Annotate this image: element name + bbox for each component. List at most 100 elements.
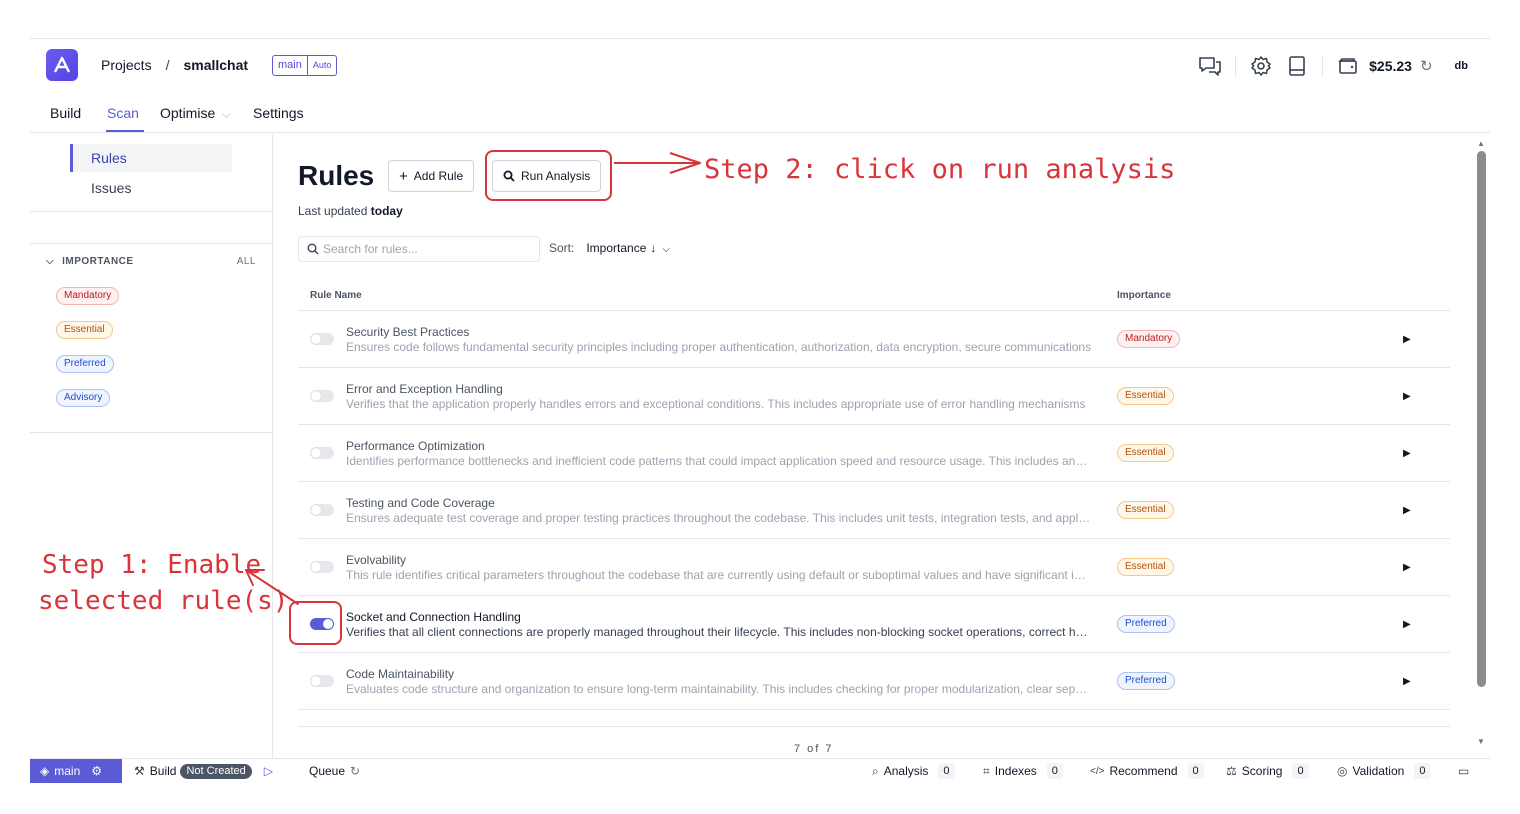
sidebar-divider xyxy=(30,243,273,244)
avatar[interactable]: db xyxy=(1455,60,1468,72)
rule-toggle[interactable] xyxy=(310,333,334,345)
wallet-icon[interactable] xyxy=(1333,51,1363,81)
rule-toggle[interactable] xyxy=(310,561,334,573)
rule-description: Verifies that the application properly h… xyxy=(346,397,1086,411)
play-icon[interactable]: ▶ xyxy=(1403,619,1411,630)
status-recommend[interactable]: </> Recommend 0 xyxy=(1090,759,1204,783)
status-analysis-count: 0 xyxy=(938,763,955,779)
play-icon[interactable]: ▶ xyxy=(1403,562,1411,573)
filter-all-link[interactable]: ALL xyxy=(237,256,256,267)
play-icon[interactable]: ▶ xyxy=(1403,334,1411,345)
status-indexes[interactable]: ⌗ Indexes 0 xyxy=(983,759,1063,783)
status-validation[interactable]: ◎ Validation 0 xyxy=(1337,759,1431,783)
play-outline-icon[interactable]: ▷ xyxy=(264,764,273,778)
search-input[interactable] xyxy=(323,242,533,256)
sort-direction-icon[interactable]: ↓ xyxy=(650,241,656,255)
chat-icon[interactable] xyxy=(1195,51,1225,81)
header-divider xyxy=(1235,55,1237,77)
importance-filter-title: IMPORTANCE xyxy=(62,256,134,267)
chevron-down-icon: ⌵ xyxy=(662,244,670,255)
status-analysis-label: Analysis xyxy=(883,764,929,778)
status-queue[interactable]: Queue ↻ xyxy=(309,759,360,783)
refresh-icon: ↻ xyxy=(350,764,361,778)
table-row[interactable]: Socket and Connection Handling Verifies … xyxy=(298,596,1450,653)
status-branch-button[interactable]: ◈ main ⚙ xyxy=(30,759,122,783)
sidebar-item-issues[interactable]: Issues xyxy=(70,174,232,202)
sidebar-divider xyxy=(30,432,273,433)
scroll-up-arrow[interactable]: ▲ xyxy=(1477,139,1485,148)
status-scoring-label: Scoring xyxy=(1241,764,1283,778)
rule-description: Verifies that all client connections are… xyxy=(346,625,1092,639)
importance-badge: Essential xyxy=(1117,501,1174,519)
rule-toggle[interactable] xyxy=(310,675,334,687)
table-row[interactable]: Performance Optimization Identifies perf… xyxy=(298,425,1450,482)
book-icon[interactable] xyxy=(1282,51,1312,81)
plus-icon: + xyxy=(399,167,408,185)
last-updated-value: today xyxy=(370,204,403,218)
search-icon xyxy=(307,243,319,255)
add-rule-button[interactable]: + Add Rule xyxy=(388,160,475,192)
tab-optimise[interactable]: Optimise ⌵ xyxy=(160,105,231,122)
toggle-knob xyxy=(311,334,321,344)
importance-filter-header[interactable]: ⌵ IMPORTANCE ALL xyxy=(46,256,256,267)
chat-icon[interactable]: ▭ xyxy=(1458,759,1474,783)
add-rule-label: Add Rule xyxy=(413,169,464,183)
breadcrumb-projects[interactable]: Projects xyxy=(101,57,152,73)
status-scoring[interactable]: ⚖ Scoring 0 xyxy=(1226,759,1309,783)
hammer-icon: ⚒ xyxy=(134,764,145,778)
table-row[interactable]: Security Best Practices Ensures code fol… xyxy=(298,311,1450,368)
importance-badge: Essential xyxy=(1117,558,1174,576)
breadcrumb-project[interactable]: smallchat xyxy=(183,57,248,73)
annotation-step-1-line-2: selected rule(s) xyxy=(38,586,289,616)
play-icon[interactable]: ▶ xyxy=(1403,505,1411,516)
rule-name: Error and Exception Handling xyxy=(346,382,503,396)
branch-selector[interactable]: main Auto xyxy=(272,55,338,76)
sort-dropdown[interactable]: Importance ↓ ⌵ xyxy=(586,241,670,255)
toggle-knob xyxy=(311,448,321,458)
filter-chip-advisory[interactable]: Advisory xyxy=(56,389,111,407)
gear-icon[interactable]: ⚙ xyxy=(91,764,102,778)
last-updated-prefix: Last updated xyxy=(298,204,368,218)
sidebar-item-rules[interactable]: Rules xyxy=(70,144,232,172)
status-analysis[interactable]: ⌕ Analysis 0 xyxy=(872,759,955,783)
status-build-label: Build xyxy=(149,764,177,778)
logo-icon xyxy=(53,56,71,73)
scrollbar-thumb[interactable] xyxy=(1477,151,1486,687)
sidebar-active-indicator xyxy=(70,144,73,172)
tab-build[interactable]: Build xyxy=(50,105,81,121)
status-scoring-count: 0 xyxy=(1292,763,1309,779)
validation-icon: ◎ xyxy=(1337,764,1348,778)
refresh-icon[interactable]: ↻ xyxy=(1420,57,1433,75)
branch-mode: Auto xyxy=(312,60,332,70)
rule-toggle[interactable] xyxy=(310,504,334,516)
gear-icon[interactable] xyxy=(1246,51,1276,81)
search-icon: ⌕ xyxy=(872,763,879,778)
tab-settings[interactable]: Settings xyxy=(253,105,304,121)
status-recommend-label: Recommend xyxy=(1109,764,1178,778)
play-icon[interactable]: ▶ xyxy=(1403,448,1411,459)
rule-toggle[interactable] xyxy=(310,390,334,402)
status-recommend-count: 0 xyxy=(1187,763,1204,779)
code-icon: </> xyxy=(1090,765,1105,777)
status-build[interactable]: ⚒ Build Not Created ▷ xyxy=(134,759,273,783)
app-window: Projects / smallchat main Auto $25.23 ↻ … xyxy=(30,38,1490,783)
importance-badge: Preferred xyxy=(1117,615,1175,633)
search-box xyxy=(298,236,540,262)
play-icon[interactable]: ▶ xyxy=(1403,676,1411,687)
rule-name: Security Best Practices xyxy=(346,325,470,339)
app-logo[interactable] xyxy=(46,49,78,81)
table-row[interactable]: Code Maintainability Evaluates code stru… xyxy=(298,653,1450,710)
table-row[interactable]: Evolvability This rule identifies critic… xyxy=(298,539,1450,596)
tab-scan[interactable]: Scan xyxy=(107,105,139,121)
table-row[interactable]: Testing and Code Coverage Ensures adequa… xyxy=(298,482,1450,539)
play-icon[interactable]: ▶ xyxy=(1403,391,1411,402)
status-indexes-label: Indexes xyxy=(994,764,1037,778)
rule-description: Evaluates code structure and organizatio… xyxy=(346,682,1092,696)
table-row[interactable]: Error and Exception Handling Verifies th… xyxy=(298,368,1450,425)
filter-chip-mandatory[interactable]: Mandatory xyxy=(56,287,120,305)
scroll-down-arrow[interactable]: ▼ xyxy=(1477,737,1485,746)
filter-chip-essential[interactable]: Essential xyxy=(56,321,113,339)
filter-chip-preferred[interactable]: Preferred xyxy=(56,355,114,373)
rule-toggle[interactable] xyxy=(310,447,334,459)
sort-label: Sort: xyxy=(549,241,575,255)
